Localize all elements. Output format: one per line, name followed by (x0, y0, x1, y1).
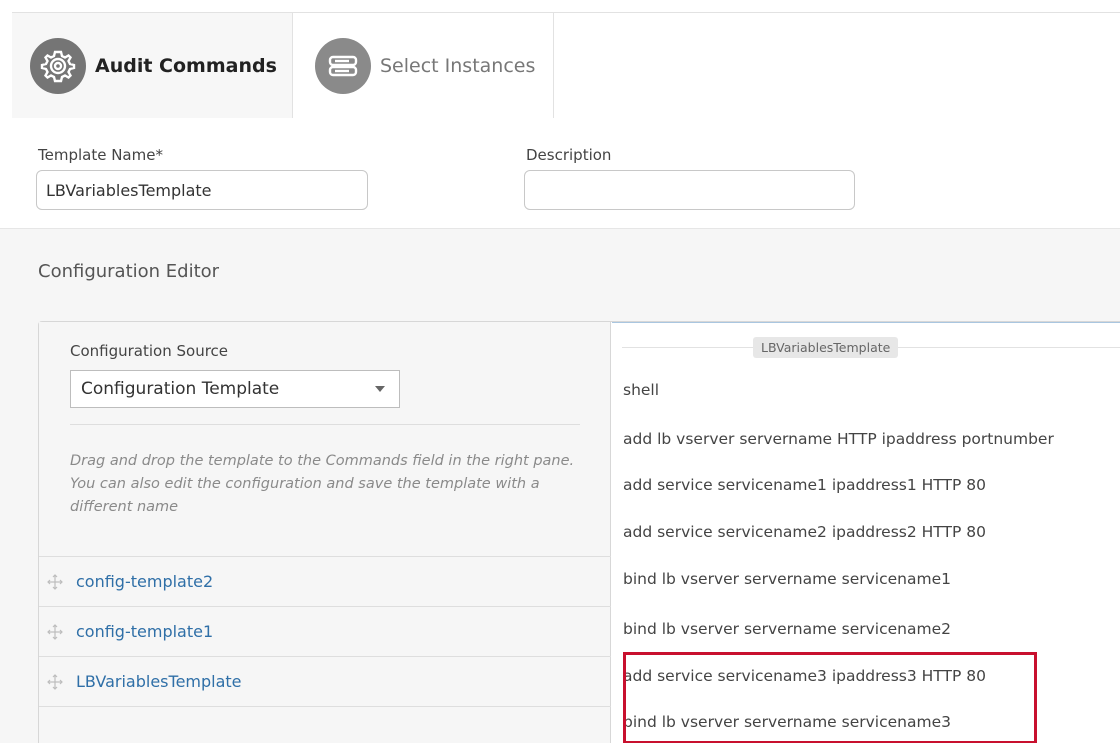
configuration-source-value: Configuration Template (81, 379, 280, 399)
dropdown-arrow-icon (375, 386, 385, 392)
template-name-label: Template Name* (38, 146, 163, 164)
template-item-config-template2[interactable]: config-template2 (39, 557, 611, 607)
move-handle-icon (47, 573, 63, 590)
tab-select-instances[interactable]: Select Instances (293, 13, 554, 119)
tab-label: Audit Commands (95, 55, 277, 77)
tab-bar-filler (554, 13, 1120, 119)
configuration-source-pane: Configuration Source Configuration Templ… (39, 322, 611, 743)
drag-drop-help-text: Drag and drop the template to the Comman… (70, 453, 575, 515)
configuration-source-label: Configuration Source (70, 342, 229, 360)
highlight-box (623, 652, 1037, 743)
description-label: Description (526, 146, 612, 164)
commands-legend: LBVariablesTemplate (753, 337, 899, 358)
template-item-label: config-template1 (76, 622, 214, 641)
command-line[interactable]: add lb vserver servername HTTP ipaddress… (623, 430, 1054, 448)
configuration-editor-title: Configuration Editor (38, 261, 220, 282)
template-name-input[interactable] (36, 170, 368, 210)
template-list: config-template2 config-template1 LBVari… (39, 556, 611, 707)
commands-pane[interactable]: LBVariablesTemplate shell add lb vserver… (612, 322, 1120, 743)
template-item-config-template1[interactable]: config-template1 (39, 607, 611, 657)
command-line[interactable]: bind lb vserver servername servicename2 (623, 620, 951, 638)
template-item-label: config-template2 (76, 572, 214, 591)
configuration-editor-panel: Configuration Source Configuration Templ… (38, 321, 1120, 743)
template-details-form: Template Name* Description (0, 118, 1120, 228)
divider (70, 424, 580, 425)
command-line[interactable]: add service servicename1 ipaddress1 HTTP… (623, 476, 986, 494)
template-item-lbvariablestemplate[interactable]: LBVariablesTemplate (39, 657, 611, 707)
command-line[interactable]: bind lb vserver servername servicename1 (623, 570, 951, 588)
tab-label: Select Instances (380, 54, 536, 77)
configuration-editor-section: Configuration Editor Configuration Sourc… (0, 228, 1120, 743)
move-handle-icon (47, 623, 63, 640)
server-icon (315, 37, 371, 94)
configuration-source-select[interactable]: Configuration Template (70, 370, 400, 408)
wizard-tabs: Audit Commands Select Instances (12, 12, 1120, 119)
move-handle-icon (47, 673, 63, 690)
gear-icon (30, 38, 86, 94)
template-item-label: LBVariablesTemplate (76, 672, 242, 691)
description-input[interactable] (524, 170, 855, 210)
command-line[interactable]: add service servicename2 ipaddress2 HTTP… (623, 523, 986, 541)
command-line[interactable]: shell (623, 381, 659, 399)
tab-audit-commands[interactable]: Audit Commands (12, 13, 293, 119)
